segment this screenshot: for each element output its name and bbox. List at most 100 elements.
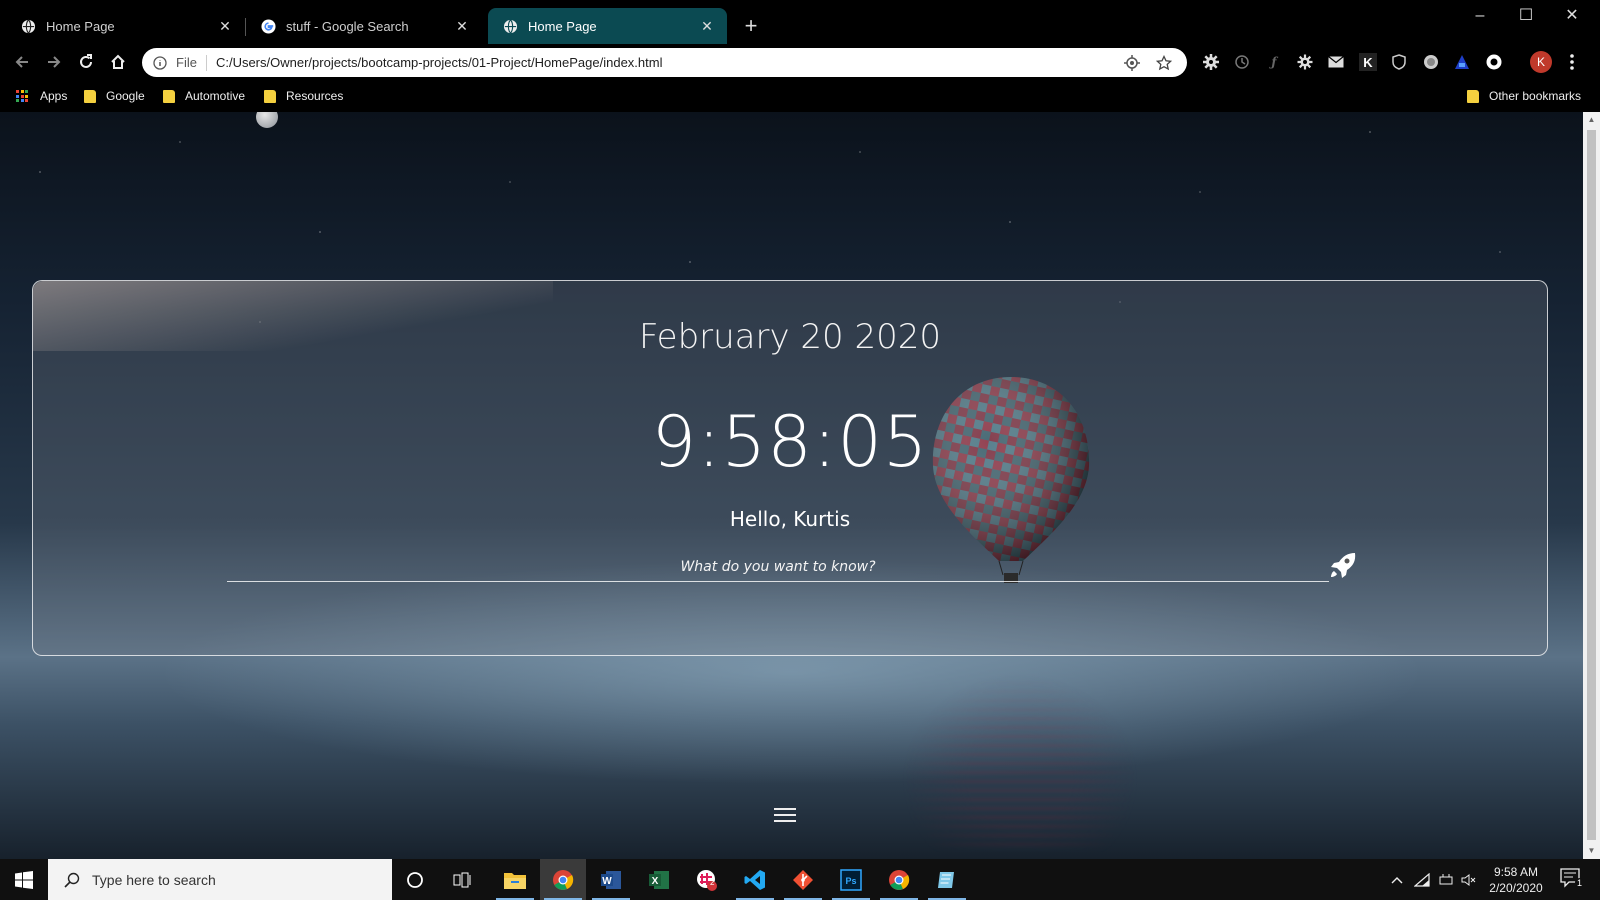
task-view-button[interactable]	[440, 859, 486, 900]
close-window-button[interactable]: ✕	[1549, 4, 1595, 28]
windows-start-button[interactable]	[0, 859, 48, 900]
profile-avatar[interactable]: K	[1530, 51, 1552, 73]
slack-icon[interactable]: 2	[684, 859, 730, 900]
taskbar-search-box[interactable]: Type here to search	[48, 859, 392, 900]
bookmark-automotive[interactable]: Automotive	[163, 88, 245, 104]
rocket-icon[interactable]	[1329, 551, 1357, 579]
vscode-icon[interactable]	[732, 859, 778, 900]
close-tab-icon[interactable]: ✕	[454, 18, 470, 34]
show-hidden-icons-chevron-icon[interactable]	[1386, 859, 1408, 900]
balloon-reflection	[900, 672, 1140, 852]
bookmark-resources[interactable]: Resources	[264, 88, 343, 104]
hamburger-menu-icon[interactable]	[774, 808, 796, 822]
tab-strip: Home Page ✕ stuff - Google Search ✕ Home…	[0, 0, 1600, 44]
git-icon[interactable]	[780, 859, 826, 900]
minimize-button[interactable]: –	[1457, 4, 1503, 28]
globe-icon	[502, 18, 518, 34]
scheme-label: File	[176, 55, 197, 70]
bookmarks-bar: Apps Google Automotive Resources Other b…	[0, 80, 1600, 112]
search-icon	[62, 870, 82, 890]
photoshop-icon[interactable]: Ps	[828, 859, 874, 900]
bookmark-label: Apps	[40, 89, 68, 103]
tab-title: stuff - Google Search	[286, 18, 409, 34]
maximize-button[interactable]: ☐	[1503, 4, 1549, 28]
folder-icon	[84, 89, 96, 103]
bookmark-label: Automotive	[185, 89, 246, 103]
notifications-icon[interactable]: 1	[1560, 868, 1585, 890]
bookmark-label: Other bookmarks	[1489, 89, 1582, 103]
tab-home-page-active[interactable]: Home Page ✕	[488, 8, 727, 44]
history-extension-icon[interactable]	[1233, 53, 1251, 71]
network-plug-icon[interactable]	[1434, 859, 1458, 900]
svg-text:Ps: Ps	[845, 876, 856, 886]
svg-text:W: W	[602, 876, 612, 887]
chrome-second-icon[interactable]	[876, 859, 922, 900]
svg-text:X: X	[652, 876, 659, 887]
home-button[interactable]	[106, 50, 130, 74]
star-bookmark-icon[interactable]	[1155, 54, 1173, 72]
mail-extension-icon[interactable]	[1327, 53, 1345, 71]
clock-date: 2/20/2020	[1489, 881, 1543, 895]
volume-muted-icon[interactable]	[1458, 859, 1480, 900]
bookmark-label: Resources	[286, 89, 344, 103]
bookmark-label: Google	[106, 89, 145, 103]
clock-time: 9:58 AM	[1493, 865, 1539, 879]
folder-icon	[1467, 89, 1479, 103]
blue-extension-icon[interactable]	[1453, 53, 1471, 71]
search-input[interactable]	[227, 553, 1329, 582]
k-extension-icon[interactable]: K	[1359, 53, 1377, 71]
google-icon	[260, 18, 276, 34]
back-button[interactable]	[10, 50, 34, 74]
shield-extension-icon[interactable]	[1390, 53, 1408, 71]
function-extension-icon[interactable]: ƒ	[1265, 53, 1283, 71]
tab-title: Home Page	[46, 18, 115, 34]
address-bar[interactable]: File C:/Users/Owner/projects/bootcamp-pr…	[142, 48, 1187, 77]
url-text[interactable]: C:/Users/Owner/projects/bootcamp-project…	[216, 55, 1123, 70]
location-target-icon[interactable]	[1123, 54, 1141, 72]
page-viewport: February 20 2020 9:58:05 Hello, Kurtis	[0, 112, 1583, 859]
bookmark-apps[interactable]: Apps	[16, 88, 67, 104]
forward-button[interactable]	[42, 50, 66, 74]
current-time: 9:58:05	[651, 401, 929, 483]
reload-button[interactable]	[74, 50, 98, 74]
dashboard-card: February 20 2020 9:58:05 Hello, Kurtis	[32, 280, 1548, 656]
scroll-down-icon[interactable]: ▼	[1583, 843, 1600, 859]
excel-icon[interactable]: X	[636, 859, 682, 900]
page-scrollbar[interactable]: ▲ ▼	[1583, 112, 1600, 859]
folder-icon	[163, 89, 175, 103]
tab-google-search[interactable]: stuff - Google Search ✕	[246, 8, 482, 44]
notification-count: 1	[1575, 878, 1585, 888]
scroll-thumb[interactable]	[1587, 130, 1596, 840]
settings-extension-icon[interactable]	[1296, 53, 1314, 71]
tab-home-page-1[interactable]: Home Page ✕	[0, 8, 245, 44]
globe-icon	[20, 18, 36, 34]
word-icon[interactable]: W	[588, 859, 634, 900]
windows-taskbar: Type here to search W X 2 Ps 9:58 AM 2/2…	[0, 859, 1600, 900]
bookmark-google[interactable]: Google	[84, 88, 145, 104]
file-explorer-icon[interactable]	[492, 859, 538, 900]
info-icon[interactable]	[152, 55, 168, 71]
menu-kebab-icon[interactable]	[1563, 53, 1581, 71]
bookmark-other[interactable]: Other bookmarks	[1467, 88, 1581, 104]
slack-badge: 2	[710, 878, 715, 887]
gear-extension-icon[interactable]	[1202, 53, 1220, 71]
system-clock[interactable]: 9:58 AM 2/20/2020	[1478, 864, 1554, 896]
cortana-button[interactable]	[392, 859, 438, 900]
close-tab-icon[interactable]: ✕	[699, 18, 715, 34]
taskbar-search-placeholder: Type here to search	[92, 871, 216, 888]
browser-toolbar: File C:/Users/Owner/projects/bootcamp-pr…	[0, 44, 1600, 80]
white-circle-extension-icon[interactable]	[1485, 53, 1503, 71]
divider	[205, 54, 207, 71]
greeting-text: Hello, Kurtis	[729, 507, 851, 531]
chrome-taskbar-icon[interactable]	[540, 859, 586, 900]
folder-icon	[264, 89, 276, 103]
wifi-icon[interactable]	[1410, 859, 1434, 900]
notes-app-icon[interactable]	[924, 859, 970, 900]
new-tab-button[interactable]: +	[739, 14, 763, 38]
current-date: February 20 2020	[638, 317, 942, 357]
apps-grid-icon	[16, 90, 28, 102]
tab-title: Home Page	[528, 18, 597, 34]
scroll-up-icon[interactable]: ▲	[1583, 112, 1600, 128]
close-tab-icon[interactable]: ✕	[217, 18, 233, 34]
circle-extension-icon[interactable]	[1422, 53, 1440, 71]
